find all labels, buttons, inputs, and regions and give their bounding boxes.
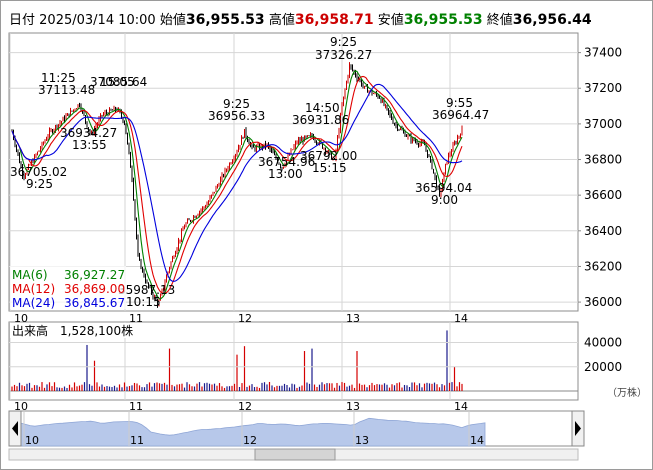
annotation-time: 9:25 (223, 97, 250, 111)
navigator-label: 13 (355, 434, 369, 447)
annotation-time: 11:25 (41, 71, 76, 85)
legend-ma12-name: MA(12) (12, 282, 55, 296)
annotation-time: 9:25 (330, 35, 357, 49)
volume-value: 1,528,100株 (60, 323, 133, 338)
legend: MA(6) 36,927.27 MA(12) 36,869.00 MA(24) … (12, 268, 125, 310)
scrollbar-thumb[interactable] (254, 448, 336, 461)
price-tick-label: 36800 (584, 153, 622, 167)
legend-ma6-value: 36,927.27 (64, 268, 125, 282)
x-tick-label: 11 (129, 400, 143, 413)
x-tick-label: 13 (346, 312, 360, 325)
volume-tick-label: 40000 (584, 336, 622, 350)
navigator-label: 12 (243, 434, 257, 447)
annotation-time: 10:15 (126, 295, 161, 309)
price-tick-label: 37200 (584, 81, 622, 95)
annotation-time: 15:15 (312, 161, 347, 175)
annotation-value: 36956.33 (208, 109, 265, 123)
x-tick-label: 14 (454, 400, 468, 413)
navigator-label: 11 (130, 434, 144, 447)
nav-right-arrow[interactable] (571, 410, 585, 447)
annotation-value: 37113.48 (38, 83, 95, 97)
x-tick-label: 12 (238, 312, 252, 325)
price-tick-label: 36000 (584, 295, 622, 309)
annotation-time: 13:55 (72, 138, 107, 152)
annotation-time: 15:05 (100, 75, 135, 89)
navigator-label: 10 (25, 434, 39, 447)
nav-left-arrow[interactable] (8, 410, 22, 447)
x-tick-label: 14 (454, 312, 468, 325)
annotation-time: 14:50 (305, 101, 340, 115)
legend-ma6-name: MA(6) (12, 268, 48, 282)
volume-tick-label: 20000 (584, 360, 622, 374)
price-tick-label: 36400 (584, 224, 622, 238)
x-tick-label: 13 (346, 400, 360, 413)
annotation-time: 9:00 (431, 193, 458, 207)
legend-ma24-value: 36,845.67 (64, 296, 125, 310)
annotation-time: 9:25 (26, 177, 53, 191)
annotation-value: 36931.86 (292, 113, 349, 127)
x-tick-label: 12 (238, 400, 252, 413)
legend-ma24-name: MA(24) (12, 296, 55, 310)
annotation-value: 36964.47 (432, 108, 489, 122)
navigator-label: 14 (470, 434, 484, 447)
price-tick-label: 36200 (584, 259, 622, 273)
legend-ma12-value: 36,869.00 (64, 282, 125, 296)
annotation-time: 9:55 (446, 96, 473, 110)
price-tick-label: 37400 (584, 46, 622, 60)
volume-title: 出来高 (12, 323, 48, 338)
stock-chart: 37400 37200 37000 36800 36600 36400 36200 36000… (8, 32, 647, 461)
annotation-value: 37326.27 (315, 48, 372, 62)
volume-unit: （万株） (607, 386, 647, 399)
price-tick-label: 37000 (584, 117, 622, 131)
annotation-time: 13:00 (268, 167, 303, 181)
price-tick-label: 36600 (584, 188, 622, 202)
